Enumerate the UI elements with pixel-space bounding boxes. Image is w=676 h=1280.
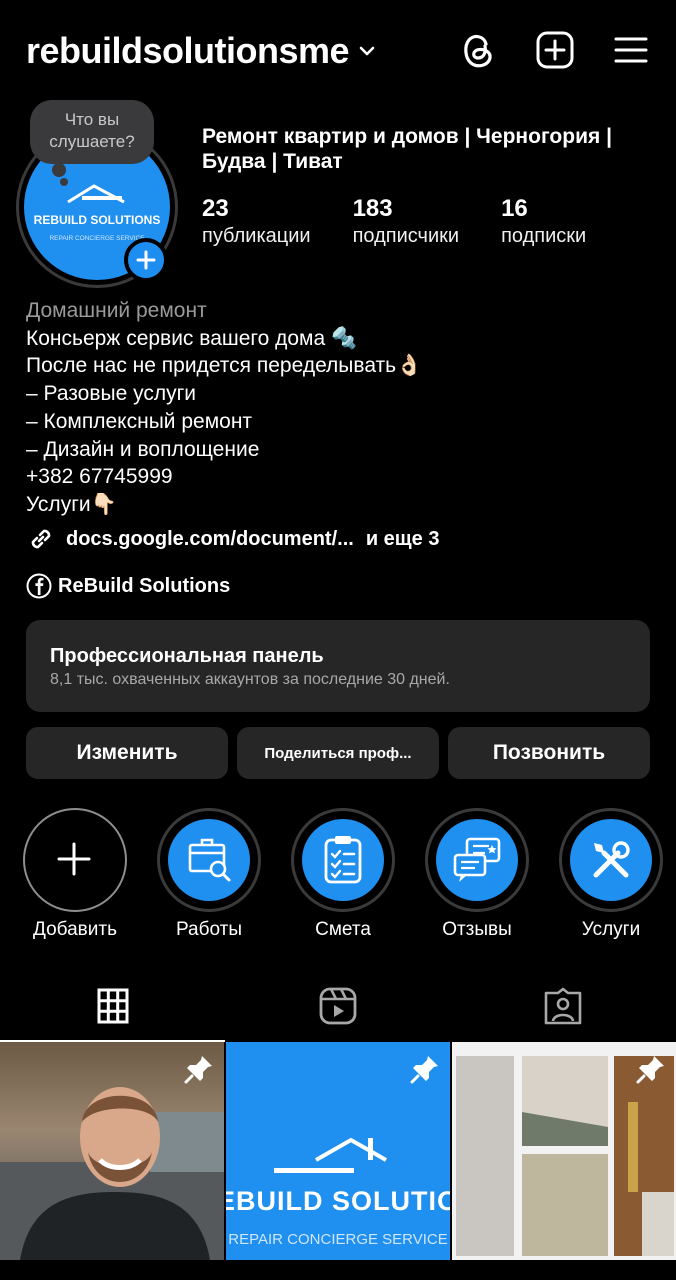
tab-tagged[interactable] [451, 970, 676, 1042]
stat-count: 183 [352, 195, 393, 222]
share-profile-button[interactable]: Поделиться проф... [237, 727, 439, 779]
profile-name: Ремонт квартир и домов | Черногория | Бу… [202, 125, 612, 173]
link-icon [31, 529, 51, 549]
profile-stats: 23 публикации 183 подписчики 16 подписки [202, 195, 628, 249]
plus-icon [57, 842, 91, 876]
facebook-icon [26, 573, 52, 599]
profile-category: Домашний ремонт [26, 299, 207, 322]
bio-line: – Разовые услуги [26, 382, 197, 406]
bio-links[interactable]: docs.google.com/document/... и еще 3 [26, 524, 439, 554]
note-bubble-tail-small [60, 178, 68, 186]
highlight-services[interactable]: Услуги [557, 808, 665, 941]
logo-title: EBUILD SOLUTIO [226, 1186, 450, 1216]
posts-grid: EBUILD SOLUTIO REPAIR CONCIERGE SERVICE [0, 1042, 676, 1260]
call-button[interactable]: Позвонить [448, 727, 650, 779]
professional-dashboard[interactable]: Профессиональная панель 8,1 тыс. охвачен… [26, 620, 650, 712]
bio-link-url[interactable]: docs.google.com/document/... [66, 528, 354, 551]
bio-line: Услуги👇🏻 [26, 492, 117, 516]
highlight-add[interactable]: Добавить [21, 808, 129, 941]
tools-icon [593, 841, 630, 878]
chat-bubbles-icon [453, 837, 501, 882]
note-bubble[interactable]: Что вы слушаете? [30, 100, 154, 164]
top-bar: rebuildsolutionsme [0, 0, 676, 104]
highlight-label: Работы [176, 919, 242, 940]
post-collage[interactable] [452, 1042, 676, 1260]
blueprint-icon [188, 838, 231, 882]
stat-count: 16 [501, 195, 528, 222]
post-logo[interactable]: EBUILD SOLUTIO REPAIR CONCIERGE SERVICE [226, 1042, 450, 1260]
stat-label: публикации [202, 225, 311, 247]
stat-label: подписчики [352, 225, 460, 247]
highlight-works[interactable]: Работы [155, 808, 263, 941]
stat-following[interactable]: 16 подписки [501, 195, 586, 249]
grid-icon [97, 988, 129, 1024]
pin-icon [636, 1056, 664, 1084]
stat-posts[interactable]: 23 публикации [202, 195, 311, 249]
pro-panel-title: Профессиональная панель [50, 645, 324, 667]
stat-label: подписки [501, 225, 587, 247]
facebook-page-name: ReBuild Solutions [58, 574, 231, 597]
reels-icon [319, 987, 357, 1025]
tagged-icon [545, 987, 582, 1025]
profile-actions: Изменить Поделиться проф... Позвонить [26, 727, 650, 779]
stat-followers[interactable]: 183 подписчики [353, 195, 459, 249]
bio-line: После нас не придется переделывать👌🏻 [26, 354, 423, 378]
account-switcher[interactable]: rebuildsolutionsme [26, 30, 377, 72]
bio-line: – Дизайн и воплощение [26, 437, 260, 461]
checklist-icon [324, 836, 362, 884]
logo-subtitle: REPAIR CONCIERGE SERVICE [228, 1231, 448, 1248]
profile-bio: Домашний ремонт Консьерж сервис вашего д… [26, 297, 646, 519]
profile-tabs [0, 970, 676, 1042]
stat-count: 23 [202, 195, 229, 222]
highlight-label: Добавить [33, 919, 117, 940]
tab-reels[interactable] [225, 970, 450, 1042]
bottom-strip [0, 1260, 676, 1280]
post-portrait[interactable] [0, 1042, 224, 1260]
tab-posts[interactable] [0, 970, 226, 1042]
username: rebuildsolutionsme [26, 30, 350, 71]
highlight-label: Отзывы [442, 919, 512, 940]
pin-icon [184, 1056, 212, 1084]
note-bubble-tail [52, 163, 66, 177]
edit-profile-button[interactable]: Изменить [26, 727, 228, 779]
chevron-down-icon [359, 46, 375, 56]
bio-line: – Комплексный ремонт [26, 409, 253, 433]
highlight-label: Смета [315, 919, 371, 940]
avatar-brand-title: REBUILD SOLUTIONS [34, 213, 161, 227]
highlight-label: Услуги [581, 919, 641, 940]
highlight-estimate[interactable]: Смета [289, 808, 397, 941]
pro-panel-subtitle: 8,1 тыс. охваченных аккаунтов за последн… [50, 671, 450, 688]
plus-icon [136, 250, 156, 270]
avatar-brand-subtitle: REPAIR CONCIERGE SERVICE [49, 235, 145, 242]
bio-link-more[interactable]: и еще 3 [366, 528, 440, 551]
story-highlights: Добавить Работы Смета Отзывы Услуги [0, 808, 676, 948]
add-story-button[interactable] [124, 238, 168, 282]
bio-line: Консьерж сервис вашего дома 🔩 [26, 326, 358, 350]
bio-phone[interactable]: +382 67745999 [26, 463, 646, 491]
pin-icon [410, 1056, 438, 1084]
menu-icon[interactable] [614, 36, 648, 64]
threads-icon[interactable] [460, 30, 496, 70]
highlight-reviews[interactable]: Отзывы [423, 808, 531, 941]
plus-square-icon[interactable] [536, 31, 574, 69]
facebook-page-link[interactable]: ReBuild Solutions [26, 573, 230, 599]
